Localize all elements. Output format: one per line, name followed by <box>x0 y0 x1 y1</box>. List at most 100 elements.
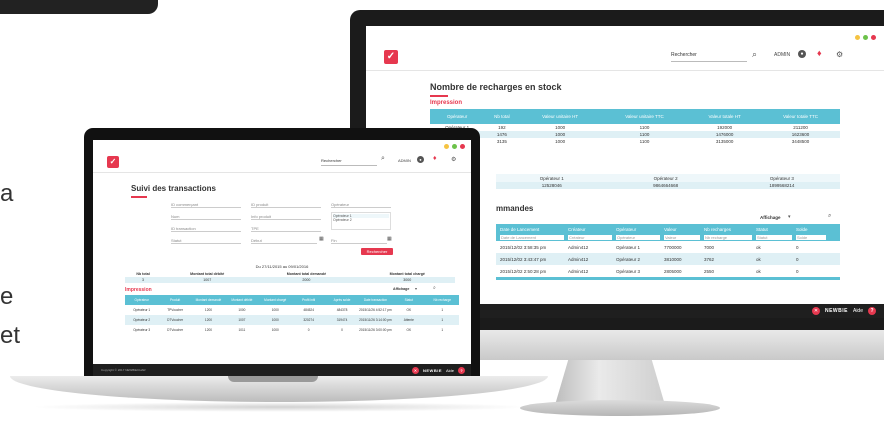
cell: ok <box>756 244 761 250</box>
display-select-chevron-icon[interactable]: ▾ <box>415 286 417 291</box>
table-row[interactable]: Opérateur 214761000110014760001623600 <box>430 131 840 138</box>
cell: 320274 <box>291 315 326 325</box>
dropdown-option[interactable]: Opérateur 2 <box>333 218 389 222</box>
brand-name: NEWBIE <box>824 308 848 314</box>
table-row[interactable]: Opérateur 1 TPVoucher 1200 1000 1000 484524 48… <box>125 305 459 315</box>
settings-gear-icon[interactable]: ⚙ <box>836 50 843 59</box>
monitor-stand <box>555 360 665 405</box>
brand-name: NEWBIE <box>422 367 442 373</box>
search-icon[interactable]: ⌕ <box>381 155 385 163</box>
user-name[interactable]: ADMIN <box>774 52 790 58</box>
filter-operateur[interactable]: Opérateur <box>616 235 660 240</box>
col-nb-recharge[interactable]: Nb recharge <box>425 295 459 305</box>
display-select-chevron-icon[interactable]: ▾ <box>788 214 791 220</box>
filter-statut[interactable]: Statut <box>756 235 792 240</box>
col-statut[interactable]: Statut <box>392 295 426 305</box>
table-row[interactable]: Opérateur 3 DTVoucher 1200 1011 1000 0 0 2015/1… <box>125 325 459 335</box>
col-nb-total: Nb total <box>484 109 520 124</box>
col-operateur: Opérateur <box>430 109 485 124</box>
col-date[interactable]: Date de Lancement <box>500 227 564 232</box>
col-montant-charge[interactable]: Montant chargé <box>258 295 292 305</box>
calendar-icon[interactable]: ▦ <box>387 236 392 242</box>
col-apres-solde[interactable]: Après solde <box>325 295 359 305</box>
cell: 1000 <box>271 308 279 312</box>
table-row[interactable]: Opérateur 119210001100192000211200 <box>430 124 840 131</box>
notification-icon[interactable]: ♦ <box>817 48 822 58</box>
summary-header: Opérateur 2 <box>653 175 678 181</box>
help-link[interactable]: Aide <box>446 368 454 373</box>
col-statut[interactable]: Statut <box>756 227 792 232</box>
title-underline <box>131 196 147 198</box>
user-avatar-icon[interactable]: ● <box>417 156 424 163</box>
search-icon[interactable]: ⌕ <box>752 49 757 60</box>
totals-value: 3000 <box>359 277 455 283</box>
filter-operateur[interactable]: Opérateur <box>331 202 391 208</box>
col-montant-debite[interactable]: Montant débité <box>225 295 259 305</box>
cell: 484524 <box>303 308 314 312</box>
col-operateur[interactable]: Opérateur <box>125 295 159 305</box>
calendar-icon[interactable]: ▦ <box>319 236 324 242</box>
help-icon[interactable]: ? <box>458 366 465 374</box>
cell: Opérateur 1 <box>616 244 641 250</box>
filter-date[interactable]: Date de Lancement <box>500 235 564 240</box>
table-search-icon[interactable]: ⌕ <box>828 213 831 220</box>
search-button[interactable]: Rechercher <box>361 248 393 255</box>
operator-dropdown[interactable]: Opérateur 1 Opérateur 2 <box>331 212 391 230</box>
filter-transaction[interactable]: ID transaction <box>171 226 241 232</box>
search-input[interactable]: Rechercher <box>671 52 747 62</box>
col-nb-recharges[interactable]: Nb recharges <box>704 227 752 232</box>
user-name[interactable]: ADMIN <box>398 158 411 163</box>
filter-valeur[interactable]: Valeur <box>664 235 700 240</box>
help-icon[interactable]: ? <box>868 307 876 315</box>
settings-gear-icon[interactable]: ⚙ <box>451 156 456 163</box>
filter-commercant[interactable]: ID commerçant <box>171 202 241 208</box>
table-search-icon[interactable]: ⌕ <box>433 285 436 291</box>
filter-fin[interactable]: Fin <box>331 238 387 244</box>
app-logo[interactable]: ✓ <box>107 156 119 168</box>
cell: 1100 <box>639 125 650 130</box>
filter-tpe[interactable]: TPE <box>251 226 321 232</box>
totals-value: 2000 <box>253 277 360 283</box>
print-link[interactable]: Impression <box>125 287 152 293</box>
search-input[interactable]: Rechercher <box>321 158 377 166</box>
filter-solde[interactable]: Solde <box>796 235 826 240</box>
filter-info-produit[interactable]: Info produit <box>251 214 321 220</box>
table-row[interactable]: 2015/12/02 3:58:35 pm Admin412 Opérateur 1… <box>496 241 840 253</box>
cell: 1011 <box>238 328 246 332</box>
filter-nb-recharge[interactable]: Nb recharge <box>704 235 752 240</box>
col-produit[interactable]: Produit <box>158 295 192 305</box>
transactions-table: Opérateur Produit Montant demandé Montan… <box>125 295 459 335</box>
col-solde[interactable]: Solde <box>796 227 826 232</box>
cell: OK <box>406 328 412 332</box>
col-operateur[interactable]: Opérateur <box>616 227 660 232</box>
filter-num[interactable]: Num <box>171 214 241 220</box>
col-createur[interactable]: Créateur <box>568 227 612 232</box>
filter-produit[interactable]: ID produit <box>251 202 321 208</box>
filter-createur[interactable]: Créateur <box>568 235 612 240</box>
summary-value: 12528046 <box>496 182 608 189</box>
col-montant-demande[interactable]: Montant demandé <box>191 295 226 305</box>
notification-icon[interactable]: ♦ <box>433 155 437 162</box>
table-row[interactable]: 2015/12/02 3:43:47 pm Admin412 Opérateur 2… <box>496 253 840 265</box>
table-row[interactable]: 2015/12/02 2:50:28 pm Admin412 Opérateur 3… <box>496 265 840 277</box>
cell: DTVoucher <box>167 328 184 332</box>
app-logo[interactable]: ✓ <box>384 50 398 64</box>
dot-green-icon <box>452 144 457 149</box>
print-link[interactable]: Impression <box>430 100 462 106</box>
cell: ok <box>756 256 761 262</box>
cell: 1000 <box>555 125 566 130</box>
col-valeur[interactable]: Valeur <box>664 227 700 232</box>
cell: Admin412 <box>568 244 589 250</box>
help-link[interactable]: Aide <box>853 308 863 314</box>
user-avatar-icon[interactable]: ● <box>798 50 806 58</box>
col-profit[interactable]: Profit initi <box>291 295 326 305</box>
filter-debut[interactable]: Début <box>251 238 317 244</box>
table-row[interactable]: Opérateur 2 DTVoucher 1200 1007 1000 320274 31… <box>125 315 459 325</box>
col-date-transaction[interactable]: Date transaction <box>358 295 393 305</box>
copyright: Copyright © 2017 NEWBIECHAR <box>101 368 146 372</box>
filter-statut[interactable]: Statut <box>171 238 241 244</box>
table-row[interactable]: 3135 1000 1100 3135000 3448500 <box>430 138 840 145</box>
cell: 2015/12/02 3:43:47 pm <box>500 256 547 262</box>
col-total-ht: Valeur totale HT <box>688 109 762 124</box>
side-text-1: a <box>0 180 14 207</box>
